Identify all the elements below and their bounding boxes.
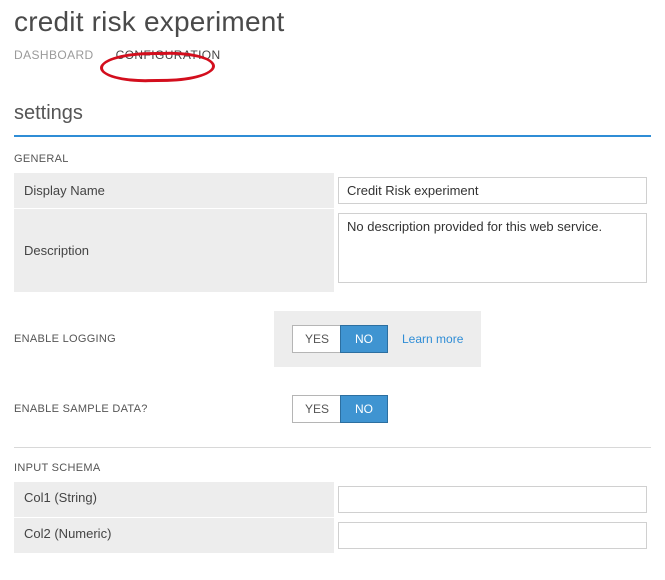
description-label: Description [14, 209, 334, 292]
section-general-label: GENERAL [14, 153, 651, 165]
learn-more-link[interactable]: Learn more [402, 332, 463, 346]
description-textarea[interactable] [338, 213, 647, 283]
section-input-schema-label: INPUT SCHEMA [14, 462, 651, 474]
schema-col-input[interactable] [338, 486, 647, 513]
settings-heading: settings [14, 102, 651, 125]
divider-strong [14, 135, 651, 137]
enable-sample-data-no[interactable]: NO [340, 395, 388, 423]
enable-sample-data-label: ENABLE SAMPLE DATA? [14, 403, 274, 415]
tab-configuration[interactable]: CONFIGURATION [116, 46, 221, 64]
row-description: Description [14, 209, 651, 293]
enable-sample-data-yes[interactable]: YES [293, 396, 341, 422]
display-name-input[interactable] [338, 177, 647, 204]
enable-logging-label: ENABLE LOGGING [14, 333, 274, 345]
schema-row: Col2 (Numeric) [14, 518, 651, 554]
tabs: DASHBOARD CONFIGURATION [14, 46, 651, 68]
schema-col-label: Col1 (String) [14, 482, 334, 517]
enable-logging-yes[interactable]: YES [293, 326, 341, 352]
divider-thin [14, 447, 651, 448]
enable-logging-toggle: YES NO [292, 325, 388, 353]
row-display-name: Display Name [14, 173, 651, 209]
enable-logging-no[interactable]: NO [340, 325, 388, 353]
schema-row: Col1 (String) [14, 482, 651, 518]
schema-col-input[interactable] [338, 522, 647, 549]
schema-col-label: Col2 (Numeric) [14, 518, 334, 553]
display-name-label: Display Name [14, 173, 334, 208]
enable-sample-data-toggle: YES NO [292, 395, 388, 423]
row-enable-logging: ENABLE LOGGING YES NO Learn more [14, 311, 651, 367]
page-title: credit risk experiment [14, 0, 651, 46]
tab-dashboard[interactable]: DASHBOARD [14, 46, 94, 64]
row-enable-sample-data: ENABLE SAMPLE DATA? YES NO [14, 385, 651, 433]
